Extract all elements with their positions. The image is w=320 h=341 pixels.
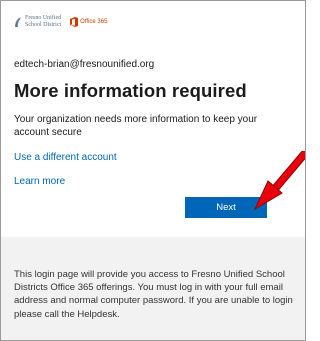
footer-text: This login page will provide you access …: [14, 269, 293, 320]
logo-bar: Fresno Unified School District Office 36…: [14, 11, 107, 33]
description-text: Your organization needs more information…: [14, 114, 258, 138]
district-logo-line1: Fresno Unified: [25, 15, 62, 21]
district-logo-text: Fresno Unified School District: [25, 15, 61, 29]
footer-panel: This login page will provide you access …: [1, 237, 305, 340]
login-dialog: Fresno Unified School District Office 36…: [0, 0, 306, 341]
red-arrow-icon: [253, 151, 305, 211]
use-different-account-link[interactable]: Use a different account: [14, 152, 117, 163]
office-logo-text: Office 365: [80, 19, 108, 25]
account-email: edtech-brian@fresnounified.org: [14, 59, 155, 70]
learn-more-link[interactable]: Learn more: [14, 176, 65, 187]
office-365-logo-icon: [70, 17, 79, 27]
fresno-unified-logo-icon: [15, 17, 22, 28]
page-title: More information required: [14, 80, 247, 101]
district-logo: Fresno Unified School District: [14, 15, 61, 29]
office-logo: Office 365: [69, 17, 107, 27]
district-logo-line2: School District: [25, 22, 62, 28]
